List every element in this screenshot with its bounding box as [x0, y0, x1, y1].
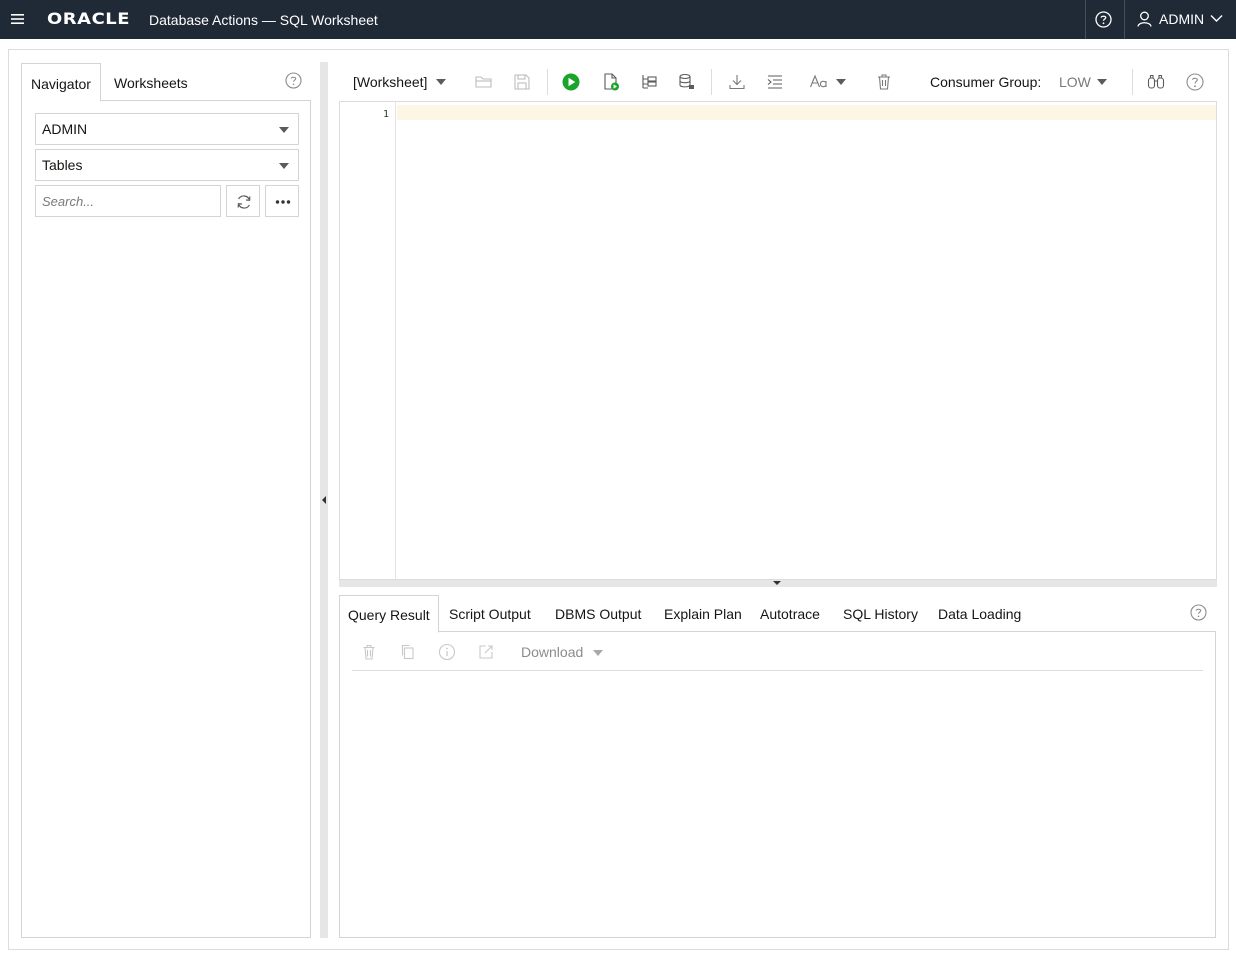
tab-script-output[interactable]: Script Output — [449, 595, 531, 632]
save-icon[interactable] — [512, 72, 532, 92]
object-type-select[interactable]: Tables — [35, 149, 299, 181]
caret-down-icon[interactable] — [593, 650, 603, 656]
results-tabs: Query Result Script Output DBMS Output E… — [339, 595, 1216, 633]
help-icon[interactable] — [1190, 604, 1207, 621]
font-case-icon[interactable] — [809, 72, 829, 92]
editor-toolbar: [Worksheet] Consumer Group: LOW — [339, 63, 1216, 101]
caret-down-icon — [279, 127, 289, 133]
tab-dbms-output[interactable]: DBMS Output — [555, 595, 641, 632]
help-icon[interactable] — [1095, 11, 1112, 28]
refresh-icon — [237, 195, 251, 209]
download-icon[interactable] — [727, 72, 747, 92]
header-divider — [1085, 0, 1086, 39]
caret-down-icon[interactable] — [1097, 79, 1107, 85]
tab-data-loading[interactable]: Data Loading — [938, 595, 1021, 632]
open-folder-icon[interactable] — [474, 72, 494, 92]
copy-icon[interactable] — [399, 643, 417, 661]
navigator-body: ADMIN Tables — [21, 100, 311, 938]
consumer-group-select[interactable]: LOW — [1059, 74, 1091, 90]
user-menu-button[interactable]: ADMIN — [1159, 11, 1204, 27]
info-icon[interactable] — [438, 643, 456, 661]
hamburger-menu-icon[interactable] — [11, 13, 24, 25]
oracle-logo: ORACLE — [47, 9, 131, 28]
caret-down-icon — [279, 163, 289, 169]
clear-icon[interactable] — [360, 643, 378, 661]
result-toolbar-divider — [352, 670, 1203, 671]
chevron-down-icon[interactable] — [1210, 14, 1223, 23]
help-icon[interactable] — [285, 72, 302, 89]
tab-autotrace[interactable]: Autotrace — [760, 595, 820, 632]
toolbar-divider — [711, 69, 712, 95]
refresh-button[interactable] — [226, 185, 260, 217]
tab-navigator[interactable]: Navigator — [21, 63, 101, 102]
query-result-panel: Download — [339, 631, 1216, 938]
object-type-select-value: Tables — [42, 157, 83, 173]
toolbar-divider — [1132, 69, 1133, 95]
autotrace-icon[interactable] — [677, 72, 697, 92]
user-icon[interactable] — [1137, 11, 1152, 27]
sql-editor[interactable]: 1 — [339, 101, 1217, 580]
run-statement-icon[interactable] — [561, 72, 581, 92]
more-icon — [275, 200, 291, 204]
app-title: Database Actions — SQL Worksheet — [149, 12, 378, 28]
navigator-panel: Navigator Worksheets ADMIN Tables — [21, 63, 311, 938]
horizontal-splitter[interactable] — [339, 580, 1217, 587]
consumer-group-label: Consumer Group: — [930, 74, 1042, 90]
format-icon[interactable] — [765, 72, 785, 92]
collapse-left-icon[interactable] — [322, 496, 326, 504]
top-bar: ORACLE Database Actions — SQL Worksheet … — [0, 0, 1236, 39]
tab-explain-plan[interactable]: Explain Plan — [664, 595, 742, 632]
header-divider — [1124, 0, 1125, 39]
worksheet-menu[interactable]: [Worksheet] — [353, 74, 427, 90]
tab-worksheets[interactable]: Worksheets — [105, 63, 197, 101]
caret-down-icon[interactable] — [436, 79, 446, 85]
navigator-tabs: Navigator Worksheets — [21, 63, 311, 102]
help-icon[interactable] — [1185, 72, 1205, 92]
vertical-splitter[interactable] — [320, 62, 328, 938]
tab-sql-history[interactable]: SQL History — [843, 595, 918, 632]
download-menu[interactable]: Download — [521, 644, 583, 660]
search-input[interactable] — [35, 185, 221, 217]
run-script-icon[interactable] — [601, 72, 621, 92]
find-icon[interactable] — [1146, 72, 1166, 92]
active-line-highlight[interactable] — [397, 105, 1216, 120]
collapse-down-icon[interactable] — [773, 581, 781, 585]
caret-down-icon[interactable] — [836, 79, 846, 85]
explain-plan-icon[interactable] — [639, 72, 659, 92]
toolbar-divider — [547, 69, 548, 95]
line-number-gutter: 1 — [340, 102, 396, 579]
schema-select[interactable]: ADMIN — [35, 113, 299, 145]
open-external-icon[interactable] — [477, 643, 495, 661]
tab-query-result[interactable]: Query Result — [339, 595, 439, 633]
clear-icon[interactable] — [874, 72, 894, 92]
schema-select-value: ADMIN — [42, 121, 88, 137]
more-actions-button[interactable] — [265, 185, 299, 217]
line-number: 1 — [382, 109, 389, 120]
